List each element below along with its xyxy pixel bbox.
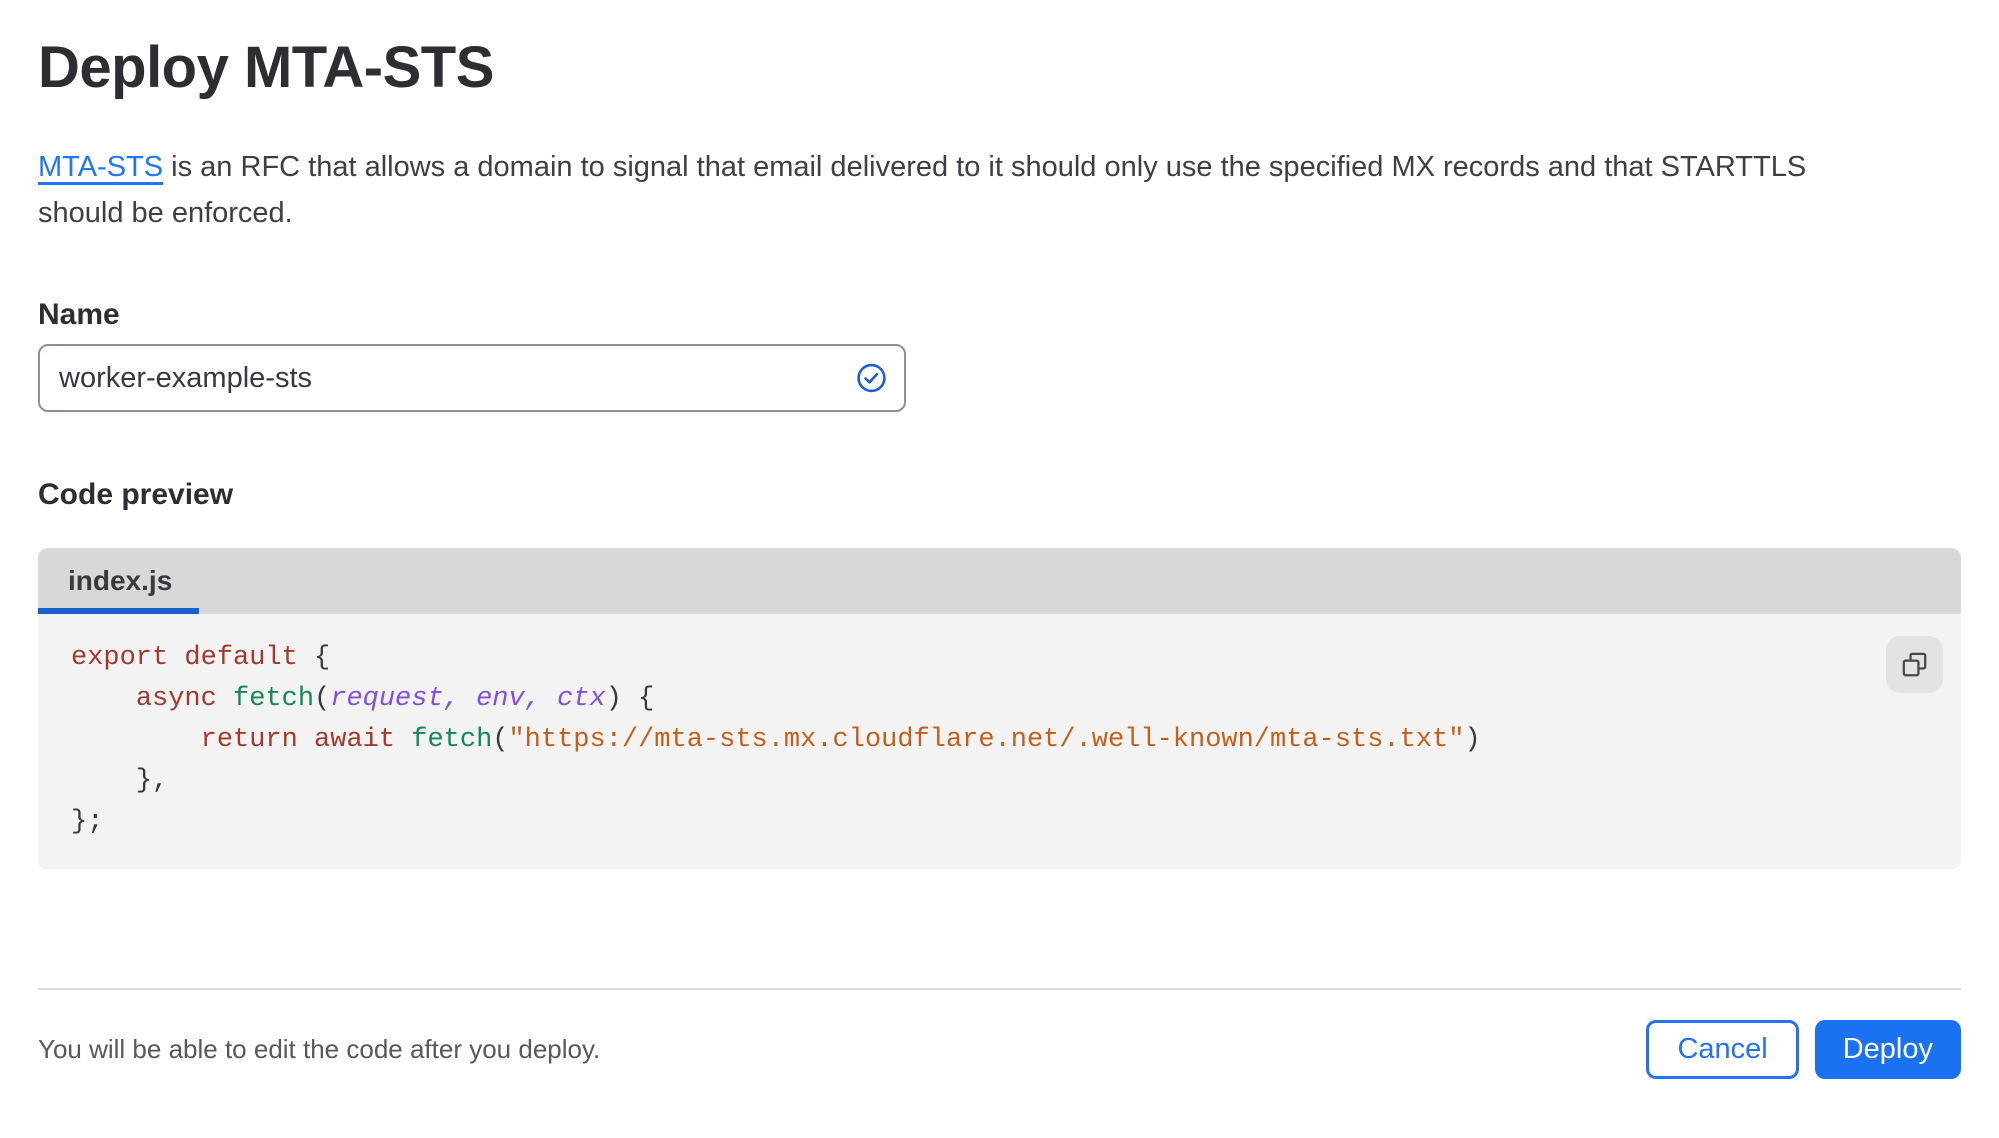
name-input[interactable] bbox=[38, 344, 906, 412]
footer-bar: You will be able to edit the code after … bbox=[38, 988, 1961, 1079]
copy-icon bbox=[1902, 652, 1927, 677]
code-lines: export default { async fetch(request, en… bbox=[71, 643, 1481, 837]
code-preview-card: index.js export default { async fetch(re… bbox=[38, 548, 1961, 869]
deploy-button[interactable]: Deploy bbox=[1814, 1020, 1961, 1079]
intro-line-1: MTA-STS is an RFC that allows a domain t… bbox=[38, 144, 1961, 190]
code-tab-bar: index.js bbox=[38, 548, 1961, 614]
tab-index-js[interactable]: index.js bbox=[68, 565, 172, 597]
cancel-button[interactable]: Cancel bbox=[1646, 1020, 1799, 1079]
footer-actions: Cancel Deploy bbox=[1646, 1020, 1961, 1079]
intro-line-1-text: is an RFC that allows a domain to signal… bbox=[163, 151, 1807, 183]
page-title: Deploy MTA-STS bbox=[38, 35, 494, 100]
name-label: Name bbox=[38, 298, 120, 331]
name-input-wrap bbox=[38, 344, 906, 412]
code-area: export default { async fetch(request, en… bbox=[38, 614, 1961, 869]
footer-note: You will be able to edit the code after … bbox=[38, 1034, 601, 1064]
deploy-mta-sts-page: Deploy MTA-STS MTA-STS is an RFC that al… bbox=[0, 36, 1999, 1079]
intro-paragraph: MTA-STS is an RFC that allows a domain t… bbox=[38, 144, 1961, 236]
copy-button[interactable] bbox=[1886, 636, 1943, 693]
mta-sts-link[interactable]: MTA-STS bbox=[38, 151, 163, 183]
intro-line-2: should be enforced. bbox=[38, 197, 293, 229]
code-preview-label: Code preview bbox=[38, 478, 234, 511]
